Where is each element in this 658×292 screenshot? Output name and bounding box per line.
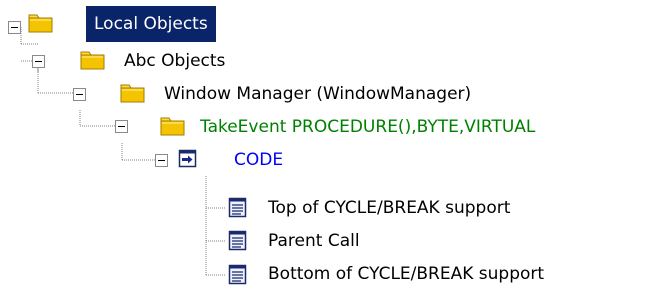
folder-icon bbox=[120, 84, 145, 103]
collapse-toggle-abc-objects[interactable] bbox=[32, 55, 45, 68]
folder-icon bbox=[28, 14, 53, 33]
tree-view[interactable]: Local Objects Abc Objects Window Manager… bbox=[0, 0, 658, 292]
tree-node-label-bottom-of-cycle-break[interactable]: Bottom of CYCLE/BREAK support bbox=[268, 257, 544, 291]
tree-node-label-parent-call[interactable]: Parent Call bbox=[268, 224, 360, 258]
document-icon bbox=[228, 264, 247, 285]
tree-node-label-local-objects[interactable]: Local Objects bbox=[86, 6, 216, 42]
tree-node-label-takeevent[interactable]: TakeEvent PROCEDURE(),BYTE,VIRTUAL bbox=[200, 110, 535, 144]
tree-node-label-top-of-cycle-break[interactable]: Top of CYCLE/BREAK support bbox=[268, 191, 510, 225]
tree-node-label-abc-objects[interactable]: Abc Objects bbox=[124, 44, 225, 78]
tree-node-label-code[interactable]: CODE bbox=[234, 143, 283, 177]
code-entry-icon bbox=[178, 149, 197, 168]
tree-node-label-window-manager[interactable]: Window Manager (WindowManager) bbox=[164, 77, 471, 111]
folder-icon bbox=[160, 117, 185, 136]
collapse-toggle-window-manager[interactable] bbox=[73, 88, 86, 101]
collapse-toggle-takeevent[interactable] bbox=[115, 120, 128, 133]
document-icon bbox=[228, 230, 247, 251]
collapse-toggle-local-objects[interactable] bbox=[8, 21, 21, 34]
collapse-toggle-code[interactable] bbox=[155, 154, 168, 167]
document-icon bbox=[228, 197, 247, 218]
folder-icon bbox=[80, 51, 105, 70]
